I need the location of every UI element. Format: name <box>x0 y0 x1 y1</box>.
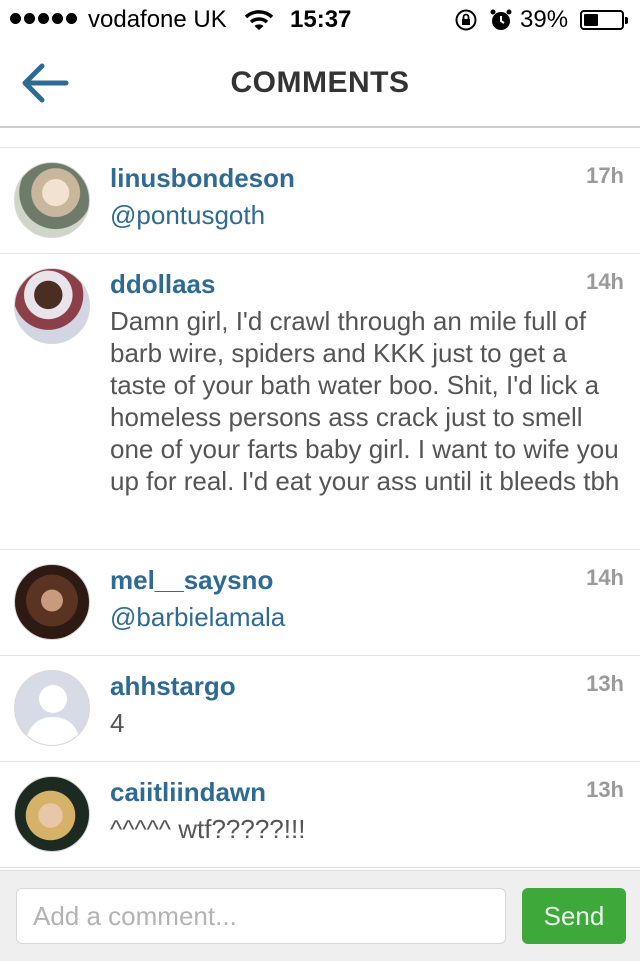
compose-bar: Send <box>0 870 640 961</box>
avatar[interactable] <box>14 670 90 746</box>
nav-bar: COMMENTS <box>0 40 640 128</box>
battery-percentage: 39% <box>520 6 569 33</box>
comment-timestamp: 14h <box>586 565 624 590</box>
send-button[interactable]: Send <box>522 888 626 944</box>
wifi-icon <box>244 8 274 39</box>
comment-username[interactable]: mel__saysno <box>110 565 273 596</box>
signal-dots-icon <box>10 13 77 24</box>
comment-text[interactable]: @pontusgoth <box>110 199 622 231</box>
comment-item[interactable]: linusbondeson 17h @pontusgoth <box>0 148 640 254</box>
status-time: 15:37 <box>290 6 352 33</box>
comment-item[interactable]: mel__saysno 14h @barbielamala <box>0 550 640 656</box>
rotation-lock-icon <box>454 8 478 39</box>
default-avatar-icon <box>25 685 81 745</box>
comment-input[interactable] <box>16 888 506 944</box>
carrier-name: vodafone UK <box>88 6 227 33</box>
comment-username[interactable]: ddollaas <box>110 269 215 300</box>
comments-list[interactable]: linusbondeson 17h @pontusgoth ddollaas 1… <box>0 147 640 868</box>
comment-item[interactable]: ddollaas 14h Damn girl, I'd crawl throug… <box>0 254 640 550</box>
comment-timestamp: 14h <box>586 269 624 294</box>
comment-text: Damn girl, I'd crawl through an mile ful… <box>110 306 620 496</box>
status-bar: vodafone UK 15:37 39% <box>0 0 640 40</box>
comment-username[interactable]: ahhstargo <box>110 671 236 702</box>
comment-username[interactable]: caiitliindawn <box>110 777 266 808</box>
comment-username[interactable]: linusbondeson <box>110 163 295 194</box>
comment-text[interactable]: @barbielamala <box>110 601 622 633</box>
comment-timestamp: 13h <box>586 671 624 696</box>
avatar[interactable] <box>14 268 90 344</box>
comment-text: ^^^^^ wtf?????!!! <box>110 814 306 844</box>
avatar[interactable] <box>14 162 90 238</box>
avatar[interactable] <box>14 776 90 852</box>
avatar[interactable] <box>14 564 90 640</box>
alarm-icon <box>489 8 513 39</box>
comment-timestamp: 17h <box>586 163 624 188</box>
comment-text: 4 <box>110 708 125 738</box>
comment-item[interactable]: caiitliindawn 13h ^^^^^ wtf?????!!! <box>0 762 640 868</box>
comment-item[interactable]: ahhstargo 13h 4 <box>0 656 640 762</box>
battery-icon <box>580 10 628 30</box>
comment-timestamp: 13h <box>586 777 624 802</box>
page-title: COMMENTS <box>230 66 410 99</box>
